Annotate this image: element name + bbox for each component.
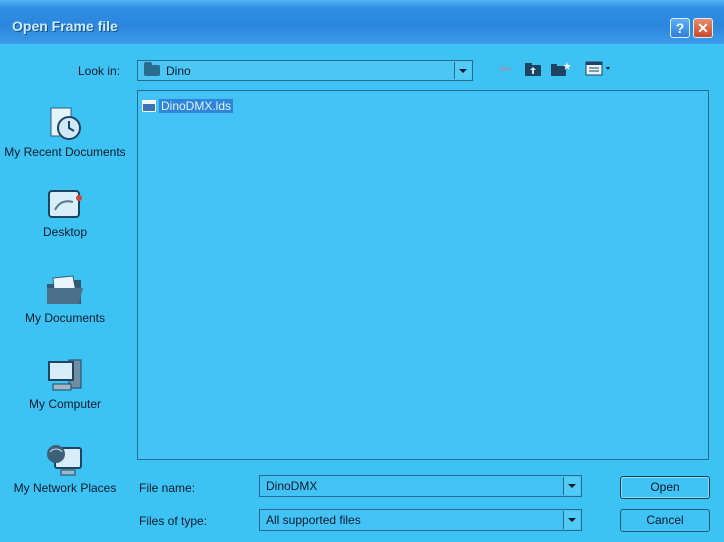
file-name: DinoDMX.lds [159, 99, 234, 113]
place-label: My Recent Documents [4, 145, 126, 159]
place-label: My Computer [28, 397, 102, 411]
place-desktop[interactable]: Desktop [0, 188, 130, 239]
help-button[interactable]: ? [670, 18, 690, 38]
file-name-label: File name: [139, 481, 196, 495]
files-of-type-select[interactable]: All supported files [259, 509, 582, 531]
my-computer-icon [48, 359, 82, 391]
file-name-combo[interactable]: DinoDMX [259, 475, 582, 497]
recent-documents-icon [50, 107, 81, 140]
files-of-type-value: All supported files [266, 513, 361, 527]
back-arrow-icon[interactable] [496, 60, 514, 78]
place-label: My Network Places [13, 481, 117, 495]
my-documents-icon [47, 275, 83, 304]
place-my-computer[interactable]: My Computer [0, 358, 130, 411]
look-in-combo[interactable]: Dino [137, 60, 473, 81]
file-list-item[interactable]: DinoDMX.lds [142, 98, 234, 114]
folder-icon [144, 61, 160, 76]
network-places-icon [47, 445, 82, 476]
look-in-value: Dino [166, 63, 191, 78]
file-list[interactable]: DinoDMX.lds [137, 90, 709, 460]
view-menu-icon[interactable] [583, 60, 615, 78]
place-label: Desktop [42, 225, 88, 239]
look-in-label: Look in: [78, 64, 121, 78]
chevron-down-icon[interactable] [454, 62, 471, 79]
place-my-network-places[interactable]: My Network Places [0, 442, 130, 495]
file-icon [142, 100, 156, 112]
up-one-level-icon[interactable] [522, 60, 544, 78]
place-label: My Documents [24, 311, 106, 325]
cancel-button[interactable]: Cancel [620, 509, 710, 532]
window-title: Open Frame file [12, 18, 118, 34]
file-name-input[interactable]: DinoDMX [266, 479, 317, 493]
close-button[interactable]: ✕ [693, 18, 713, 38]
place-recent-documents[interactable]: My Recent Documents [0, 106, 130, 159]
title-bar: Open Frame file ? ✕ [0, 0, 724, 44]
create-new-folder-icon[interactable] [549, 60, 573, 78]
place-my-documents[interactable]: My Documents [0, 274, 130, 325]
desktop-icon [48, 190, 82, 218]
files-of-type-label: Files of type: [139, 514, 208, 528]
chevron-down-icon[interactable] [563, 511, 580, 529]
chevron-down-icon[interactable] [563, 477, 580, 495]
places-bar: My Recent Documents Desktop My Documents… [0, 90, 130, 530]
open-button[interactable]: Open [620, 476, 710, 499]
